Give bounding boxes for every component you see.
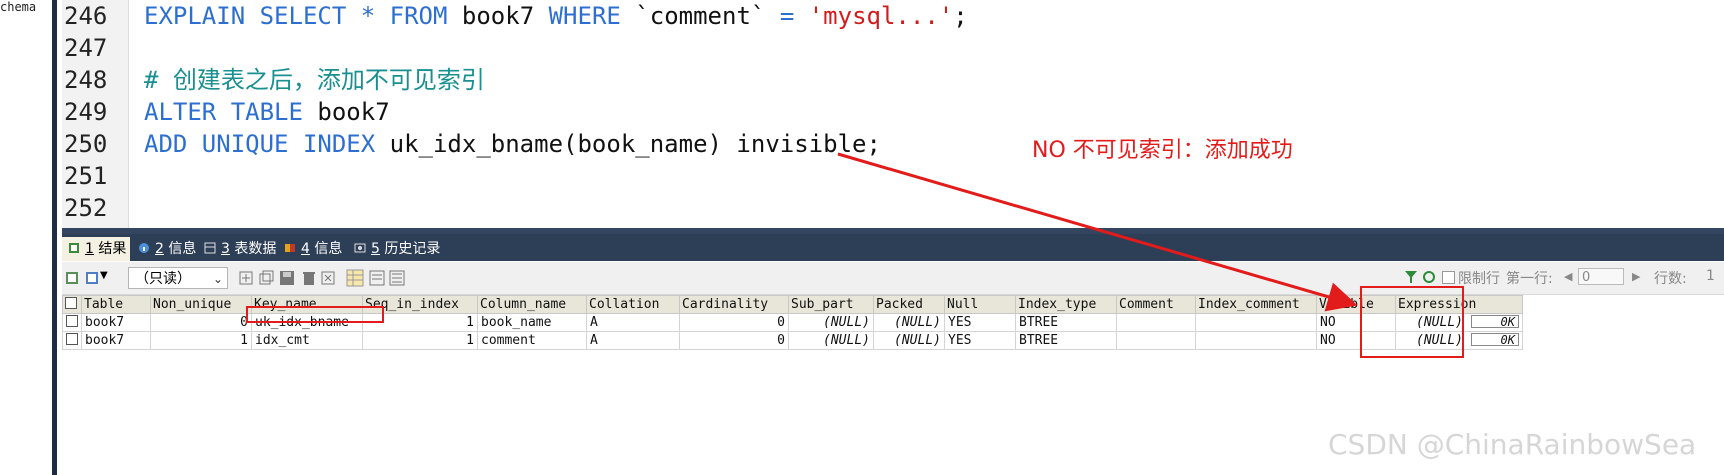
annotation-arrow xyxy=(837,152,1358,312)
arrow-line xyxy=(837,152,1358,312)
annotation-label: NO 不可见索引：添加成功 xyxy=(1032,138,1293,163)
highlight-visible-box xyxy=(1360,286,1464,358)
highlight-key-name-box xyxy=(246,306,384,323)
watermark: CSDN @ChinaRainbowSea xyxy=(1328,428,1697,461)
